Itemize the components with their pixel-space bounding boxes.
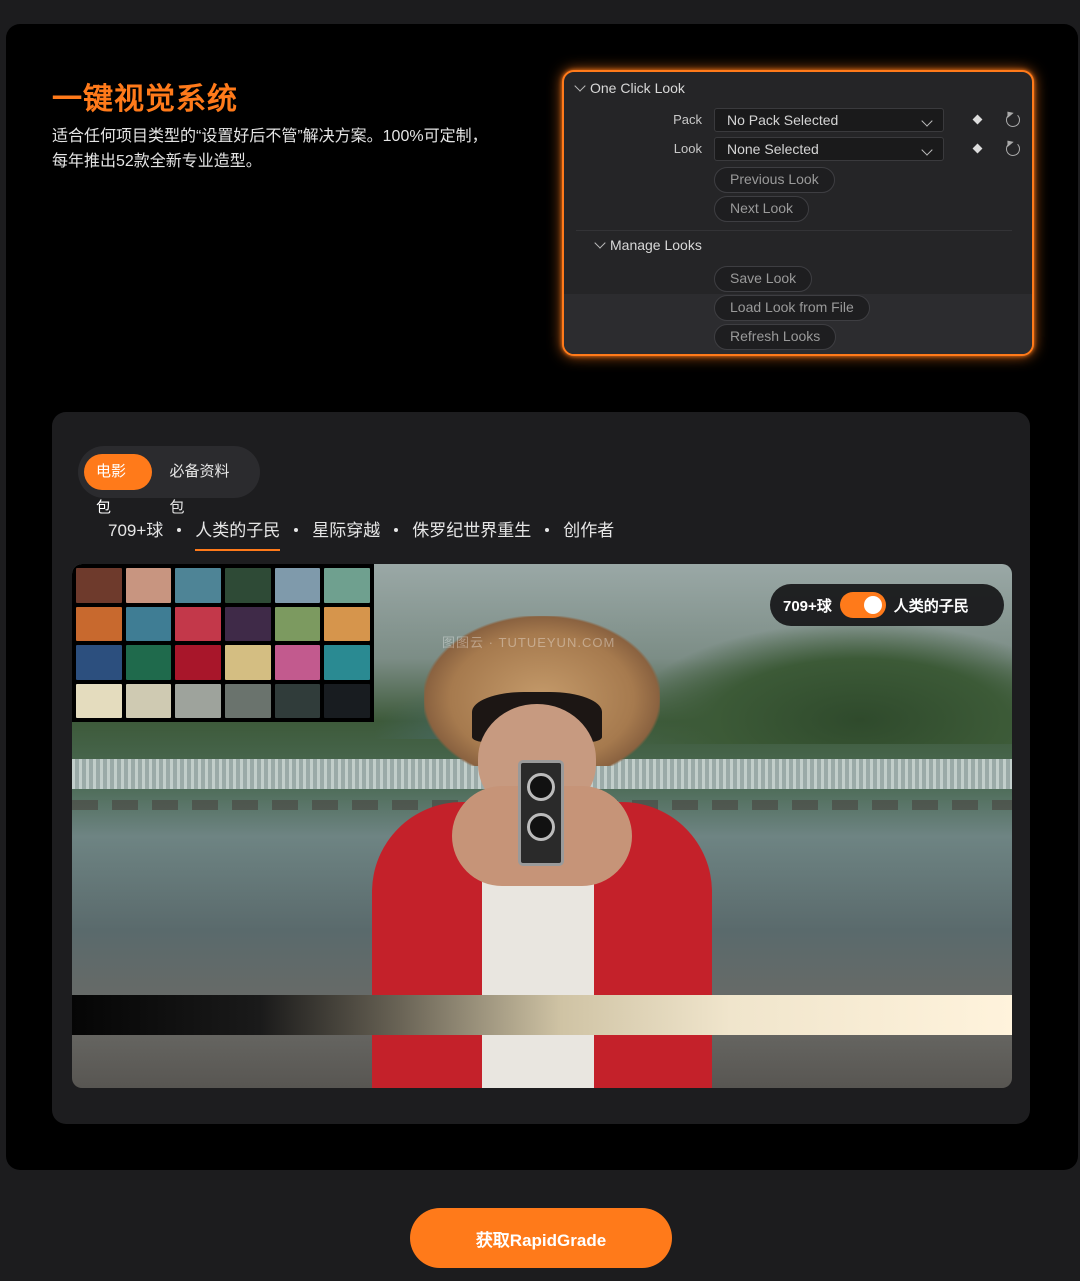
manage-looks-title: Manage Looks — [610, 237, 702, 253]
compare-left-label: 709+球 — [783, 597, 832, 615]
color-chip — [125, 683, 172, 718]
watermark: 图图云 · TUTUEYUN.COM — [442, 635, 616, 650]
color-chip — [125, 606, 172, 641]
separator-dot — [177, 527, 182, 532]
camera-lens — [527, 773, 555, 801]
hero-subtitle-line-2: 每年推出52款全新专业造型。 — [52, 153, 262, 170]
color-chip — [225, 568, 271, 603]
color-chip — [175, 568, 221, 603]
compare-toggle[interactable] — [839, 592, 886, 618]
chevron-down-icon — [574, 80, 586, 92]
compare-right-label: 人类的子民 — [893, 597, 969, 615]
luminance-ramp — [72, 995, 1012, 1035]
color-chip — [324, 606, 370, 641]
look-preview-card: 电影包 必备资料包 709+球 人类的子民 星际穿越 侏罗纪世界重生 创作者 图… — [52, 412, 1030, 1124]
pack-select-value: No Pack Selected — [727, 112, 839, 128]
look-item-active[interactable]: 人类的子民 — [195, 516, 281, 551]
toggle-knob — [863, 596, 882, 614]
next-look-button[interactable]: Next Look — [714, 196, 810, 222]
tab-movie-pack[interactable]: 电影包 — [84, 454, 152, 516]
look-select-value: None Selected — [727, 141, 819, 157]
compare-toggle-pill: 709+球 人类的子民 — [770, 584, 1004, 626]
hero-subtitle: 适合任何项目类型的“设置好后不管”解决方案。100%可定制， 每年推出52款全新… — [52, 124, 532, 174]
color-chip — [76, 645, 122, 680]
save-look-button[interactable]: Save Look — [714, 266, 813, 292]
chevron-down-icon — [921, 115, 933, 127]
look-label: Look — [673, 141, 702, 156]
color-chip — [175, 683, 221, 718]
color-chip — [225, 645, 271, 680]
one-click-look-header[interactable]: One Click Look — [574, 80, 685, 96]
look-keyframe-icon[interactable] — [972, 143, 983, 154]
person-white-tee — [482, 852, 594, 1088]
look-select[interactable]: None Selected — [714, 137, 944, 161]
color-chip — [225, 606, 271, 641]
look-item[interactable]: 709+球 — [108, 516, 163, 547]
color-chip — [76, 606, 122, 641]
pack-tab-group: 电影包 必备资料包 — [78, 446, 260, 516]
tab-essentials-pack[interactable]: 必备资料包 — [158, 454, 255, 516]
preview-image: 图图云 · TUTUEYUN.COM 709+球 人类的子民 — [72, 564, 1012, 1088]
manage-looks-header[interactable]: Manage Looks — [594, 237, 702, 253]
look-item[interactable]: 创作者 — [563, 516, 614, 547]
pack-keyframe-icon[interactable] — [972, 114, 983, 125]
color-chip — [324, 645, 370, 680]
separator-dot — [294, 527, 299, 532]
separator-dot — [394, 527, 399, 532]
chevron-down-icon — [594, 237, 606, 249]
hero-subtitle-line-1: 适合任何项目类型的“设置好后不管”解决方案。100%可定制， — [52, 128, 488, 145]
one-click-look-title: One Click Look — [590, 80, 685, 96]
color-chip — [324, 683, 370, 718]
color-chip — [274, 645, 321, 680]
color-chip — [76, 568, 122, 603]
color-chip — [76, 683, 122, 718]
look-list: 709+球 人类的子民 星际穿越 侏罗纪世界重生 创作者 — [108, 516, 614, 551]
pack-select[interactable]: No Pack Selected — [714, 108, 944, 132]
color-chip — [274, 683, 321, 718]
look-item[interactable]: 侏罗纪世界重生 — [412, 516, 531, 547]
refresh-looks-button[interactable]: Refresh Looks — [714, 324, 837, 350]
color-checker — [72, 564, 374, 722]
color-chip — [274, 568, 321, 603]
chevron-down-icon — [921, 144, 933, 156]
color-chip — [225, 683, 271, 718]
previous-look-button[interactable]: Previous Look — [714, 167, 835, 193]
camera-lens — [527, 813, 555, 841]
scene-trees — [632, 624, 1012, 744]
camera-icon — [518, 760, 564, 866]
hero-title: 一键视觉系统 — [52, 83, 238, 116]
color-chip — [125, 645, 172, 680]
pack-label: Pack — [673, 112, 702, 127]
look-item[interactable]: 星际穿越 — [312, 516, 380, 547]
panel-divider — [576, 230, 1012, 231]
get-rapidgrade-button[interactable]: 获取RapidGrade — [410, 1208, 672, 1268]
color-chip — [324, 568, 370, 603]
color-chip — [175, 645, 221, 680]
pack-reset-icon[interactable] — [1006, 113, 1020, 127]
separator-dot — [545, 527, 550, 532]
load-look-button[interactable]: Load Look from File — [714, 295, 870, 321]
color-chip — [175, 606, 221, 641]
color-chip — [274, 606, 321, 641]
color-chip — [125, 568, 172, 603]
one-click-look-panel: One Click Look Pack No Pack Selected Loo… — [562, 70, 1034, 356]
look-reset-icon[interactable] — [1006, 142, 1020, 156]
